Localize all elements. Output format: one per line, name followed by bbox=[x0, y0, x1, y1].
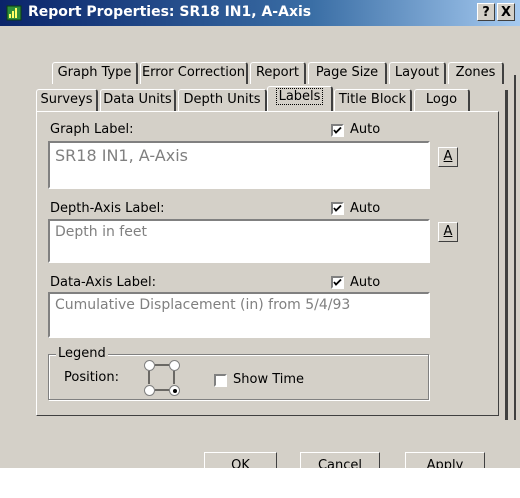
graph-label-auto-checkbox[interactable] bbox=[331, 124, 344, 137]
tab-page-edge bbox=[505, 90, 508, 420]
data-axis-auto-checkbox[interactable] bbox=[331, 276, 344, 289]
cancel-button[interactable]: Cancel bbox=[300, 452, 380, 468]
tab-page-size[interactable]: Page Size bbox=[308, 62, 387, 84]
data-axis-label-input[interactable]: Cumulative Displacement (in) from 5/4/93 bbox=[48, 292, 430, 338]
radio-selected-dot bbox=[173, 389, 177, 393]
title-bar[interactable]: Report Properties: SR18 IN1, A-Axis ? X bbox=[0, 0, 520, 26]
legend-position-bottom-left-radio[interactable] bbox=[144, 385, 155, 396]
data-axis-label-caption: Data-Axis Label: bbox=[50, 275, 156, 290]
tab-graph-type[interactable]: Graph Type bbox=[52, 62, 138, 84]
checkmark-icon bbox=[333, 204, 342, 212]
legend-group-label: Legend bbox=[56, 346, 108, 361]
legend-position-top-right-radio[interactable] bbox=[169, 360, 180, 371]
data-axis-auto-label: Auto bbox=[350, 275, 381, 290]
tab-layout[interactable]: Layout bbox=[389, 62, 446, 84]
checkmark-icon bbox=[333, 278, 342, 286]
depth-axis-label-caption: Depth-Axis Label: bbox=[50, 201, 165, 216]
show-time-label: Show Time bbox=[233, 372, 305, 387]
help-button[interactable]: ? bbox=[477, 3, 495, 21]
legend-position-selector bbox=[144, 360, 180, 396]
depth-axis-font-button[interactable]: A bbox=[438, 222, 458, 242]
show-time-checkbox[interactable] bbox=[214, 374, 227, 387]
depth-axis-label-input[interactable]: Depth in feet bbox=[48, 219, 430, 263]
graph-label-auto-label: Auto bbox=[350, 122, 381, 137]
ok-button[interactable]: OK bbox=[204, 452, 277, 468]
tab-data-units[interactable]: Data Units bbox=[100, 89, 176, 111]
apply-button[interactable]: Apply bbox=[405, 452, 485, 468]
tab-labels[interactable]: Labels bbox=[267, 86, 333, 111]
checkmark-icon bbox=[333, 126, 342, 134]
tab-surveys[interactable]: Surveys bbox=[36, 89, 98, 111]
legend-position-bottom-right-radio[interactable] bbox=[169, 385, 180, 396]
close-button[interactable]: X bbox=[497, 3, 515, 21]
depth-axis-auto-label: Auto bbox=[350, 201, 381, 216]
depth-axis-auto-checkbox[interactable] bbox=[331, 202, 344, 215]
tab-page-edge-back bbox=[514, 75, 516, 420]
graph-label-font-button[interactable]: A bbox=[438, 147, 458, 167]
legend-position-label: Position: bbox=[64, 370, 119, 385]
tab-logo[interactable]: Logo bbox=[414, 89, 470, 111]
tab-title-block[interactable]: Title Block bbox=[334, 89, 412, 111]
tab-depth-units[interactable]: Depth Units bbox=[178, 89, 267, 111]
legend-position-top-left-radio[interactable] bbox=[144, 360, 155, 371]
tab-error-correction[interactable]: Error Correction bbox=[140, 62, 248, 84]
app-icon bbox=[6, 5, 22, 21]
window-title: Report Properties: SR18 IN1, A-Axis bbox=[28, 4, 312, 20]
graph-label-caption: Graph Label: bbox=[50, 122, 134, 137]
tab-zones[interactable]: Zones bbox=[448, 62, 504, 84]
report-properties-dialog: Report Properties: SR18 IN1, A-Axis ? X … bbox=[0, 0, 520, 468]
tab-report[interactable]: Report bbox=[250, 62, 306, 84]
graph-label-input[interactable]: SR18 IN1, A-Axis bbox=[48, 141, 430, 189]
